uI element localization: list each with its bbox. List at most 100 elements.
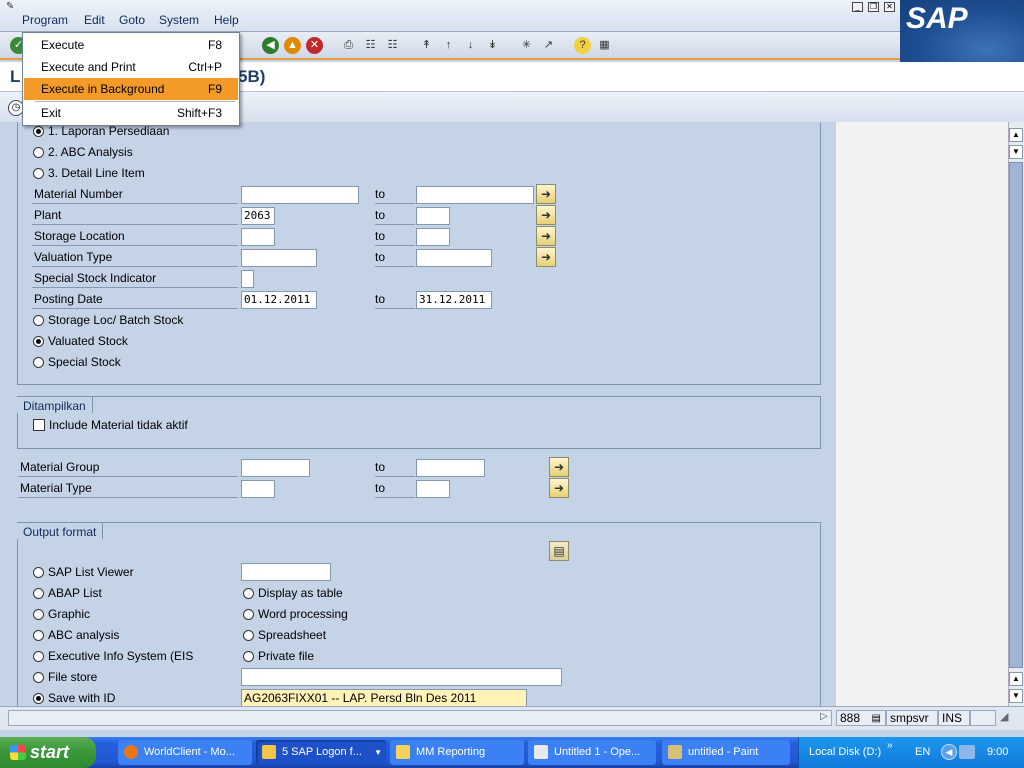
special-stock-indicator-input[interactable] (241, 270, 254, 288)
tray-expand-icon[interactable]: ◀ (941, 744, 957, 760)
material-group-to-input[interactable] (416, 459, 485, 477)
radio-save-with-id[interactable] (33, 693, 44, 704)
exit-icon[interactable]: ▲ (284, 37, 301, 54)
taskbar-item-sap-logon[interactable]: 5 SAP Logon f... ▼ (256, 740, 386, 765)
radio-abap-list[interactable] (33, 588, 44, 599)
material-number-to-input[interactable] (416, 186, 534, 204)
material-number-multiple-selection-icon[interactable]: ➜ (536, 184, 556, 204)
radio-abap-list-label: ABAP List (48, 586, 102, 600)
radio-spreadsheet[interactable] (243, 630, 254, 641)
menu-edit[interactable]: Edit (84, 13, 105, 27)
print-icon[interactable]: ⎙ (340, 37, 357, 54)
language-indicator[interactable]: EN (915, 746, 930, 758)
valuation-type-to-input[interactable] (416, 249, 492, 267)
find-next-icon[interactable]: ☷ (384, 37, 401, 54)
cancel-icon[interactable]: ✕ (306, 37, 323, 54)
scroll-bottom-icon[interactable]: ▼ (1009, 689, 1023, 703)
menu-item-execute-in-background[interactable]: Execute in Background F9 (24, 78, 238, 100)
posting-date-from-input[interactable]: 01.12.2011 (241, 291, 317, 309)
valuation-type-from-input[interactable] (241, 249, 317, 267)
shortcut-icon[interactable]: ↗ (540, 37, 557, 54)
scroll-down-icon[interactable]: ▲ (1009, 672, 1023, 686)
scroll-thumb[interactable] (1009, 162, 1023, 668)
clock[interactable]: 9:00 (987, 746, 1008, 758)
material-group-from-input[interactable] (241, 459, 310, 477)
material-type-to-input[interactable] (416, 480, 450, 498)
radio-report-3[interactable] (33, 168, 44, 179)
radio-file-store[interactable] (33, 672, 44, 683)
menu-program[interactable]: Program (22, 13, 68, 27)
taskbar-item-untitled-1[interactable]: Untitled 1 - Ope... (528, 740, 656, 765)
radio-private-file[interactable] (243, 651, 254, 662)
scroll-top-icon[interactable]: ▲ (1009, 128, 1023, 142)
file-store-input[interactable] (241, 668, 562, 686)
radio-report-1[interactable] (33, 126, 44, 137)
scroll-up-icon[interactable]: ▼ (1009, 145, 1023, 159)
plant-from-input[interactable]: 2063 (241, 207, 275, 225)
radio-abc-analysis[interactable] (33, 630, 44, 641)
program-menu-icon[interactable]: ✎ (6, 1, 14, 12)
restore-icon[interactable]: ❐ (868, 2, 879, 12)
include-inactive-material-checkbox[interactable] (33, 419, 45, 431)
back-icon[interactable]: ◀ (262, 37, 279, 54)
valuation-type-label: Valuation Type (32, 249, 238, 267)
first-page-icon[interactable]: ↟ (418, 37, 435, 54)
create-session-icon[interactable]: ✳ (518, 37, 535, 54)
previous-page-icon[interactable]: ↑ (440, 37, 457, 54)
group-expand-icon[interactable]: ▼ (374, 740, 382, 765)
close-icon[interactable]: ✕ (884, 2, 895, 12)
radio-special-stock[interactable] (33, 357, 44, 368)
taskbar-item-paint[interactable]: untitled - Paint (662, 740, 790, 765)
storage-location-to-input[interactable] (416, 228, 450, 246)
valuation-type-multiple-selection-icon[interactable]: ➜ (536, 247, 556, 267)
storage-location-multiple-selection-icon[interactable]: ➜ (536, 226, 556, 246)
material-type-label: Material Type (18, 480, 238, 498)
storage-location-from-input[interactable] (241, 228, 275, 246)
material-type-from-input[interactable] (241, 480, 275, 498)
network-icon[interactable] (959, 745, 975, 759)
last-page-icon[interactable]: ↡ (484, 37, 501, 54)
resize-grip-icon[interactable]: ◢ (1000, 710, 1008, 723)
local-disk-toolbar[interactable]: Local Disk (D:) (809, 746, 881, 758)
next-page-icon[interactable]: ↓ (462, 37, 479, 54)
radio-valuated-stock[interactable] (33, 336, 44, 347)
radio-eis[interactable] (33, 651, 44, 662)
material-number-from-input[interactable] (241, 186, 359, 204)
menu-item-execute[interactable]: Execute F8 (24, 34, 238, 56)
radio-report-2[interactable] (33, 147, 44, 158)
radio-graphic[interactable] (33, 609, 44, 620)
taskbar-item-mm-reporting[interactable]: MM Reporting (390, 740, 524, 765)
plant-multiple-selection-icon[interactable]: ➜ (536, 205, 556, 225)
menu-item-execute-and-print[interactable]: Execute and Print Ctrl+P (24, 56, 238, 78)
session-info-icon[interactable]: ▤ (872, 712, 881, 726)
layout-menu-icon[interactable]: ▦ (596, 37, 613, 54)
posting-date-label: Posting Date (32, 291, 238, 309)
minimize-icon[interactable]: _ (852, 2, 863, 12)
menu-system[interactable]: System (159, 13, 199, 27)
radio-sap-list-viewer[interactable] (33, 567, 44, 578)
radio-word-processing[interactable] (243, 609, 254, 620)
plant-label: Plant (32, 207, 238, 225)
plant-to-input[interactable] (416, 207, 450, 225)
material-type-multiple-selection-icon[interactable]: ➜ (549, 478, 569, 498)
menu-goto[interactable]: Goto (119, 13, 145, 27)
layout-variant-icon[interactable]: ▤ (549, 541, 569, 561)
toolbar-chevron-icon[interactable]: » (887, 740, 893, 751)
material-number-to-label: to (375, 186, 415, 204)
status-expand-icon[interactable]: ▷ (820, 711, 828, 722)
radio-storage-loc-batch-stock[interactable] (33, 315, 44, 326)
sap-list-viewer-layout-input[interactable] (241, 563, 331, 581)
radio-report-2-label: 2. ABC Analysis (48, 145, 133, 159)
material-group-multiple-selection-icon[interactable]: ➜ (549, 457, 569, 477)
posting-date-to-input[interactable]: 31.12.2011 (416, 291, 492, 309)
taskbar-item-worldclient[interactable]: WorldClient - Mo... (118, 740, 252, 765)
help-icon[interactable]: ? (574, 37, 591, 54)
radio-display-as-table[interactable] (243, 588, 254, 599)
radio-valuated-stock-label: Valuated Stock (48, 334, 128, 348)
save-with-id-input[interactable]: AG2063FIXX01 -- LAP. Persd Bln Des 2011 (241, 689, 527, 706)
start-button[interactable]: start (0, 737, 96, 768)
radio-eis-label: Executive Info System (EIS (48, 649, 194, 663)
find-icon[interactable]: ☷ (362, 37, 379, 54)
menu-item-exit[interactable]: Exit Shift+F3 (24, 102, 238, 124)
menu-help[interactable]: Help (214, 13, 239, 27)
